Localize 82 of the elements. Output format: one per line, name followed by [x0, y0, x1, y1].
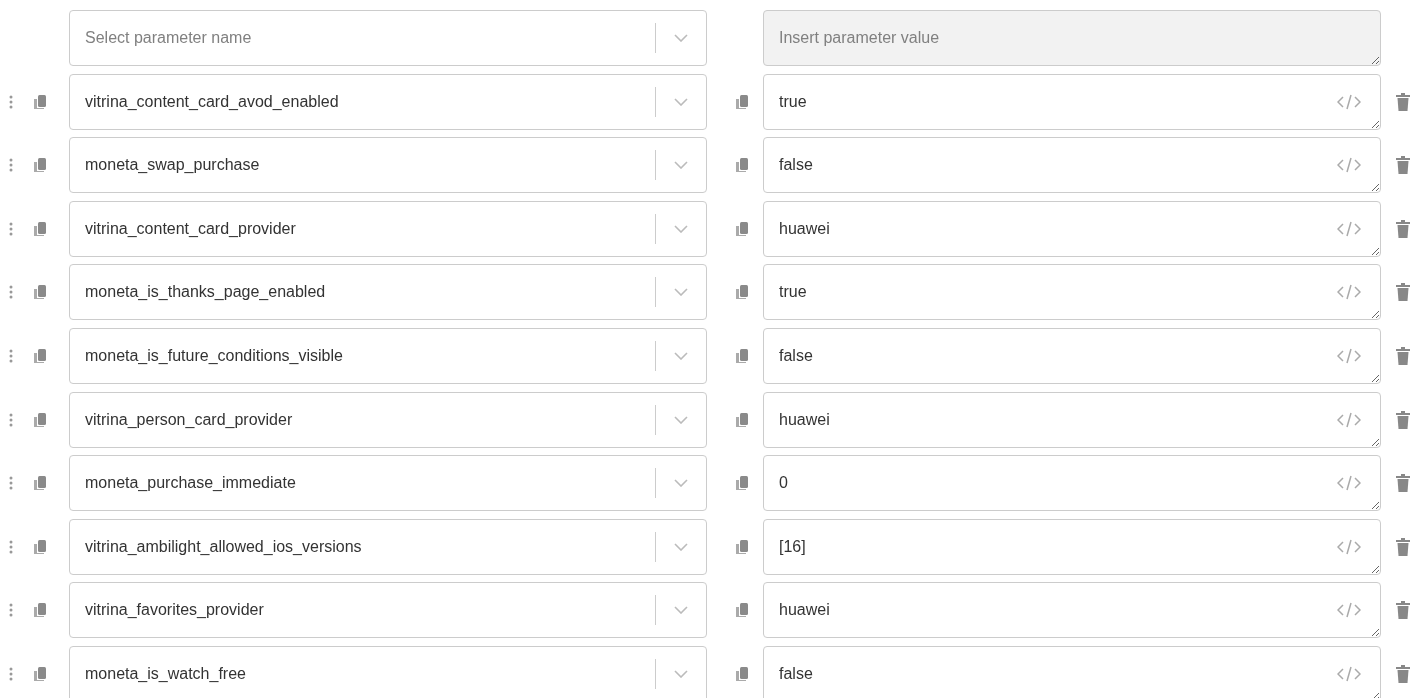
trash-icon[interactable]	[1396, 92, 1410, 111]
code-icon[interactable]	[1337, 538, 1361, 555]
trash-icon[interactable]	[1396, 156, 1410, 175]
trash-icon[interactable]	[1396, 346, 1410, 365]
code-icon[interactable]	[1337, 284, 1361, 301]
copy-icon[interactable]	[735, 220, 749, 237]
trash-icon[interactable]	[1396, 664, 1410, 683]
drag-handle-icon[interactable]	[9, 157, 13, 174]
value-field[interactable]: huawei	[763, 200, 1381, 257]
parameter-select[interactable]: Select parameter name	[69, 10, 707, 66]
code-icon[interactable]	[1337, 93, 1361, 110]
parameter-select[interactable]: moneta_is_future_conditions_visible	[69, 327, 707, 384]
trash-icon[interactable]	[1396, 219, 1410, 238]
value-field[interactable]: false	[763, 327, 1381, 384]
chevron-down-icon	[674, 161, 688, 170]
copy-icon[interactable]	[33, 220, 47, 237]
copy-icon[interactable]	[735, 347, 749, 364]
code-icon[interactable]	[1337, 665, 1361, 682]
chevron-down-icon	[674, 224, 688, 233]
value-field[interactable]: huawei	[763, 582, 1381, 639]
trash-icon[interactable]	[1396, 410, 1410, 429]
copy-icon[interactable]	[735, 284, 749, 301]
chevron-down-icon	[674, 97, 688, 106]
parameter-select[interactable]: moneta_is_watch_free	[69, 645, 707, 698]
drag-handle-icon[interactable]	[9, 602, 13, 619]
chevron-down-icon	[674, 415, 688, 424]
trash-icon[interactable]	[1396, 601, 1410, 620]
code-icon[interactable]	[1337, 347, 1361, 364]
chevron-down-icon	[674, 34, 688, 42]
code-icon[interactable]	[1337, 411, 1361, 428]
value-field[interactable]: false	[763, 645, 1381, 698]
chevron-down-icon	[674, 542, 688, 551]
copy-icon[interactable]	[33, 157, 47, 174]
drag-handle-icon[interactable]	[9, 347, 13, 364]
parameter-select[interactable]: vitrina_content_card_provider	[69, 200, 707, 257]
copy-icon[interactable]	[33, 347, 47, 364]
parameter-select[interactable]: vitrina_favorites_provider	[69, 582, 707, 639]
code-icon[interactable]	[1337, 220, 1361, 237]
copy-icon[interactable]	[735, 411, 749, 428]
chevron-down-icon	[674, 479, 688, 488]
copy-icon[interactable]	[33, 665, 47, 682]
copy-icon[interactable]	[33, 602, 47, 619]
copy-icon[interactable]	[33, 538, 47, 555]
chevron-down-icon	[674, 669, 688, 678]
parameter-select[interactable]: moneta_is_thanks_page_enabled	[69, 264, 707, 321]
drag-handle-icon[interactable]	[9, 538, 13, 555]
copy-icon[interactable]	[735, 602, 749, 619]
value-field[interactable]: true	[763, 73, 1381, 130]
parameter-select[interactable]: vitrina_ambilight_allowed_ios_versions	[69, 518, 707, 575]
drag-handle-icon[interactable]	[9, 93, 13, 110]
copy-icon[interactable]	[735, 538, 749, 555]
drag-handle-icon[interactable]	[9, 411, 13, 428]
drag-handle-icon[interactable]	[9, 665, 13, 682]
value-field[interactable]: 0	[763, 455, 1381, 512]
chevron-down-icon	[674, 351, 688, 360]
code-icon[interactable]	[1337, 475, 1361, 492]
value-field[interactable]: true	[763, 264, 1381, 321]
trash-icon[interactable]	[1396, 537, 1410, 556]
chevron-down-icon	[674, 606, 688, 615]
copy-icon[interactable]	[33, 93, 47, 110]
value-field[interactable]: false	[763, 137, 1381, 194]
copy-icon[interactable]	[33, 475, 47, 492]
parameter-select[interactable]: vitrina_content_card_avod_enabled	[69, 73, 707, 130]
copy-icon[interactable]	[735, 157, 749, 174]
copy-icon[interactable]	[735, 93, 749, 110]
value-field[interactable]: huawei	[763, 391, 1381, 448]
trash-icon[interactable]	[1396, 474, 1410, 493]
drag-handle-icon[interactable]	[9, 220, 13, 237]
copy-icon[interactable]	[33, 411, 47, 428]
code-icon[interactable]	[1337, 157, 1361, 174]
chevron-down-icon	[674, 288, 688, 297]
parameter-select[interactable]: vitrina_person_card_provider	[69, 391, 707, 448]
drag-handle-icon[interactable]	[9, 284, 13, 301]
copy-icon[interactable]	[735, 475, 749, 492]
trash-icon[interactable]	[1396, 283, 1410, 302]
parameter-select[interactable]: moneta_purchase_immediate	[69, 455, 707, 512]
parameter-select[interactable]: moneta_swap_purchase	[69, 137, 707, 194]
drag-handle-icon[interactable]	[9, 475, 13, 492]
code-icon[interactable]	[1337, 602, 1361, 619]
copy-icon[interactable]	[735, 665, 749, 682]
value-field[interactable]: [16]	[763, 518, 1381, 575]
copy-icon[interactable]	[33, 284, 47, 301]
